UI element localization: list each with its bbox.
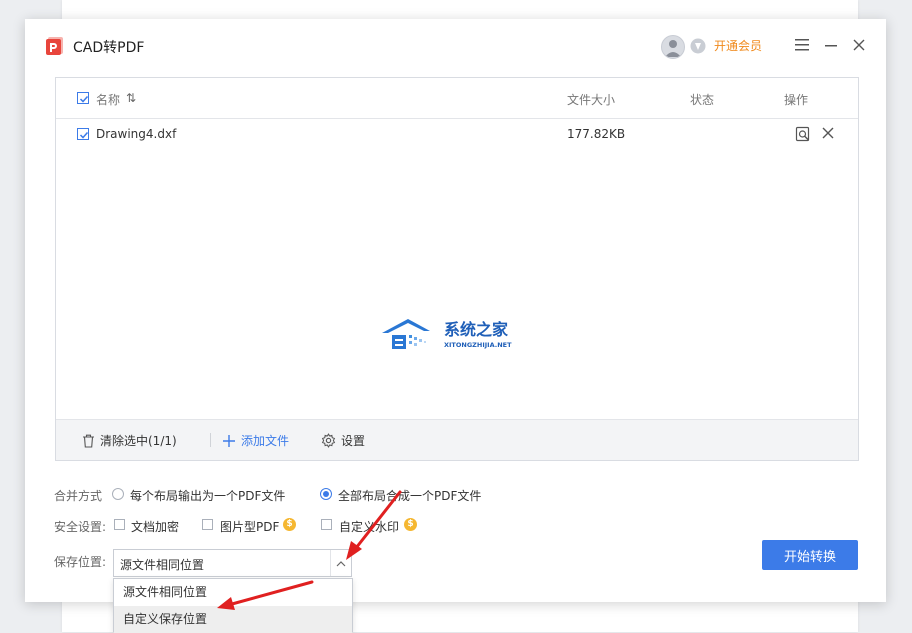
avatar-image — [665, 40, 681, 57]
remove-icon[interactable] — [821, 126, 835, 140]
chevron-up-icon — [336, 560, 346, 566]
settings-button[interactable]: 设置 — [321, 432, 365, 449]
table-header: 名称 ⇅ 文件大小 状态 操作 — [56, 78, 858, 119]
watermark-label[interactable]: 自定义水印 — [339, 518, 399, 535]
watermark-checkbox[interactable] — [321, 519, 332, 530]
minimize-button[interactable] — [822, 36, 840, 54]
clear-selected-button[interactable]: 清除选中(1/1) — [82, 432, 177, 449]
preview-icon[interactable] — [795, 126, 811, 142]
table-row[interactable]: Drawing4.dxf 177.82KB — [56, 119, 858, 149]
merge-mode-label: 合并方式 — [54, 489, 103, 503]
image-pdf-label[interactable]: 图片型PDF — [220, 518, 279, 535]
column-status: 状态 — [690, 93, 715, 107]
encrypt-label[interactable]: 文档加密 — [131, 518, 179, 535]
file-toolbar: 清除选中(1/1) 添加文件 设置 — [56, 419, 858, 460]
save-location-dropdown: 源文件相同位置 自定义保存位置 — [113, 578, 353, 633]
start-convert-button[interactable]: 开始转换 — [762, 540, 858, 570]
pdf-logo-icon — [46, 37, 63, 55]
checkbox-icon — [79, 95, 89, 103]
dropdown-option-same-location[interactable]: 源文件相同位置 — [114, 579, 352, 606]
select-all-checkbox[interactable] — [77, 92, 89, 104]
save-location-label: 保存位置: — [54, 555, 107, 569]
trash-icon — [83, 434, 94, 448]
menu-icon — [795, 39, 809, 51]
checkbox-icon — [79, 131, 89, 139]
plus-icon — [223, 434, 235, 447]
save-location-select[interactable]: 源文件相同位置 — [113, 549, 352, 577]
vip-coin-icon: $ — [404, 518, 417, 531]
merge-option-all-label[interactable]: 全部布局合成一个PDF文件 — [338, 487, 481, 504]
watermark-logo: 系统之家 XITONGZHIJIA.NET — [382, 319, 512, 349]
save-location-value: 源文件相同位置 — [120, 558, 205, 572]
vip-coin-icon[interactable] — [690, 38, 706, 54]
add-file-label: 添加文件 — [241, 434, 290, 448]
column-size: 文件大小 — [567, 93, 616, 107]
settings-label: 设置 — [341, 434, 366, 448]
minimize-icon — [825, 45, 837, 47]
row-checkbox[interactable] — [77, 128, 89, 140]
cad-to-pdf-dialog: CAD转PDF 开通会员 名称 ⇅ 文件大小 状态 操作 Drawing4.dx… — [25, 19, 886, 602]
select-toggle[interactable] — [330, 550, 351, 576]
merge-option-all-radio[interactable] — [320, 488, 332, 500]
column-action: 操作 — [784, 93, 809, 107]
encrypt-checkbox[interactable] — [114, 519, 125, 530]
close-icon — [853, 39, 865, 51]
file-name: Drawing4.dxf — [96, 127, 177, 141]
close-button[interactable] — [850, 36, 868, 54]
title-bar: CAD转PDF 开通会员 — [25, 19, 886, 69]
column-name: 名称 — [96, 93, 121, 107]
merge-option-each-radio[interactable] — [112, 488, 124, 500]
file-table: 名称 ⇅ 文件大小 状态 操作 Drawing4.dxf 177.82KB 系统… — [55, 77, 859, 461]
vip-coin-icon: $ — [283, 518, 296, 531]
sort-icon[interactable]: ⇅ — [126, 91, 136, 105]
security-label: 安全设置: — [54, 520, 107, 534]
avatar[interactable] — [661, 35, 685, 59]
watermark-subtitle: XITONGZHIJIA.NET — [444, 341, 512, 349]
add-file-button[interactable]: 添加文件 — [222, 432, 289, 449]
merge-option-each-label[interactable]: 每个布局输出为一个PDF文件 — [130, 487, 285, 504]
app-title: CAD转PDF — [73, 40, 145, 56]
file-size: 177.82KB — [567, 127, 626, 141]
image-pdf-checkbox[interactable] — [202, 519, 213, 530]
vip-link[interactable]: 开通会员 — [714, 37, 762, 54]
menu-button[interactable] — [793, 36, 811, 54]
gear-icon — [321, 433, 336, 448]
dropdown-option-custom-location[interactable]: 自定义保存位置 — [114, 606, 352, 633]
toolbar-divider — [210, 433, 211, 447]
watermark-title: 系统之家 — [444, 320, 509, 339]
clear-selected-label: 清除选中(1/1) — [100, 434, 177, 448]
